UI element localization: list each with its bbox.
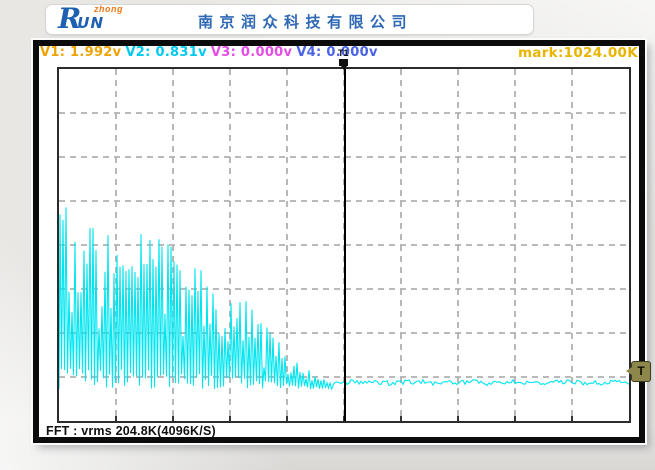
- fft-plot-area: [57, 67, 631, 423]
- channel-readout-v1: V1: 1.992v: [40, 45, 121, 60]
- fft-footer-readout: FFT : vrms 204.8K(4096K/S): [46, 424, 216, 438]
- brand-logo: RUN zhong: [58, 5, 104, 33]
- instrument-screenshot: RUN zhong 南京润众科技有限公司 V1: 1.992v V2: 0.831…: [0, 0, 655, 470]
- plot-svg: [59, 69, 629, 421]
- channel-readout-v3: V3: 0.000v: [211, 45, 292, 60]
- channel-readouts: V1: 1.992vV2: 0.831vV3: 0.000vV4: 0.000v: [40, 45, 378, 60]
- mark-readout: mark:1024.00K: [518, 45, 638, 61]
- cursor-t1-label: T1: [338, 48, 349, 58]
- channel-readout-v2: V2: 0.831v: [125, 45, 206, 60]
- company-name: 南京润众科技有限公司: [198, 11, 413, 32]
- brand-plate: RUN zhong 南京润众科技有限公司: [45, 4, 534, 35]
- trigger-level-tag[interactable]: T: [631, 361, 651, 382]
- cursor-t1-pin-icon[interactable]: [339, 59, 348, 66]
- logo-zhong-text: zhong: [94, 4, 123, 14]
- logo-letters-un: UN: [77, 14, 104, 32]
